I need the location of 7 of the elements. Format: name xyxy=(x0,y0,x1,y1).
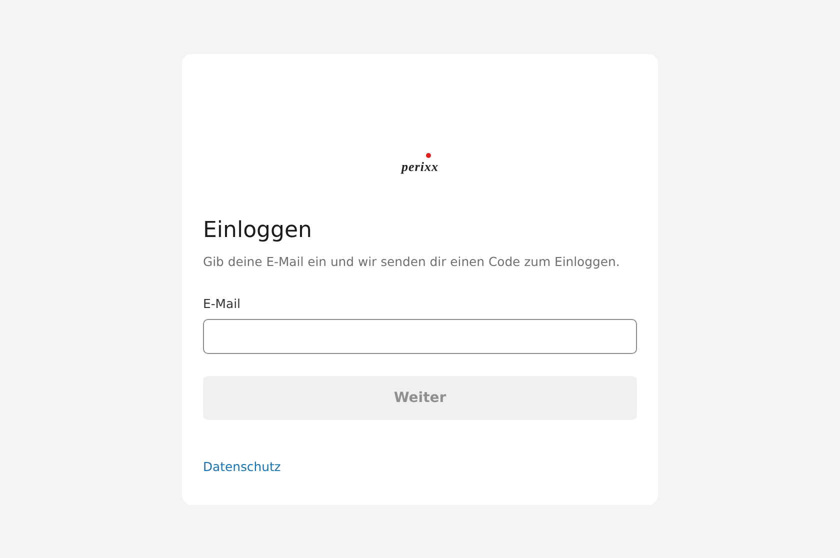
subtitle-text: Gib deine E-Mail ein und wir senden dir einen Code zum Einloggen. xyxy=(203,253,620,271)
email-field[interactable] xyxy=(203,319,637,354)
brand-logo: perixx xyxy=(402,159,438,175)
page-heading: Einloggen xyxy=(203,217,313,245)
field-label: E-Mail xyxy=(203,296,240,312)
privacy-link[interactable]: Datenschutz xyxy=(203,459,281,474)
dot-icon xyxy=(426,153,431,158)
